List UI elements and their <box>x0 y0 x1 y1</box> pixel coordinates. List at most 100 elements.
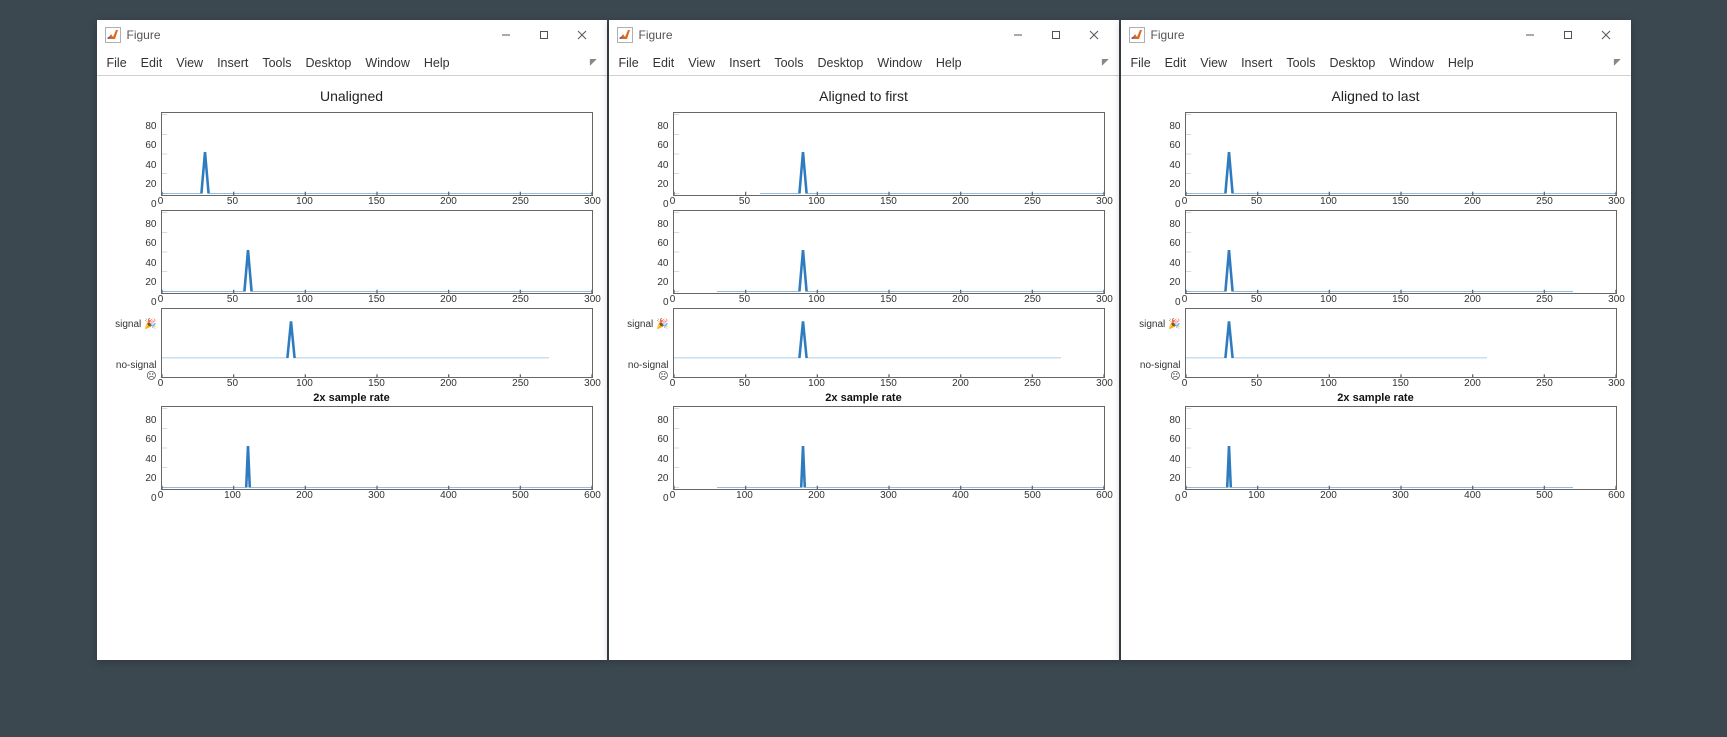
maximize-button[interactable] <box>525 21 563 49</box>
menu-file[interactable]: File <box>1131 56 1151 70</box>
menu-insert[interactable]: Insert <box>1241 56 1272 70</box>
xtick-label: 100 <box>1320 196 1337 207</box>
ytick-label: 20 <box>1135 171 1181 191</box>
xtick-label: 300 <box>1392 490 1409 501</box>
axes[interactable] <box>1185 308 1617 378</box>
window-title: Figure <box>639 28 999 42</box>
menu-window[interactable]: Window <box>877 56 921 70</box>
ytick-label: 80 <box>111 210 157 230</box>
xtick-label: 200 <box>952 294 969 305</box>
menu-edit[interactable]: Edit <box>141 56 163 70</box>
axes[interactable] <box>161 308 593 378</box>
ytick-label: 20 <box>1135 465 1181 485</box>
axes[interactable] <box>161 112 593 196</box>
close-button[interactable] <box>1587 21 1625 49</box>
subplot-3: signal 🎉 no-signal ☹ 050100150200250300 <box>111 308 593 392</box>
ytick-label: 60 <box>623 426 669 446</box>
axes[interactable] <box>161 210 593 294</box>
axes[interactable] <box>1185 112 1617 196</box>
menu-file[interactable]: File <box>619 56 639 70</box>
xtick-label: 150 <box>1392 378 1409 389</box>
ytick-label: 60 <box>111 426 157 446</box>
menu-view[interactable]: View <box>176 56 203 70</box>
maximize-button[interactable] <box>1549 21 1587 49</box>
maximize-button[interactable] <box>1037 21 1075 49</box>
menu-tools[interactable]: Tools <box>774 56 803 70</box>
menu-view[interactable]: View <box>688 56 715 70</box>
xtick-label: 0 <box>1182 196 1188 207</box>
ytick-label: 80 <box>623 112 669 132</box>
axes[interactable] <box>673 308 1105 378</box>
menu-desktop[interactable]: Desktop <box>306 56 352 70</box>
ytick-label: 0 <box>1135 190 1181 210</box>
xtick-label: 0 <box>1182 294 1188 305</box>
menu-desktop[interactable]: Desktop <box>1330 56 1376 70</box>
titlebar[interactable]: Figure <box>97 20 607 50</box>
menu-help[interactable]: Help <box>1448 56 1474 70</box>
menu-desktop[interactable]: Desktop <box>818 56 864 70</box>
menu-insert[interactable]: Insert <box>217 56 248 70</box>
axes[interactable] <box>673 112 1105 196</box>
xtick-label: 200 <box>440 294 457 305</box>
ytick-label: signal 🎉 <box>1135 319 1181 330</box>
xtick-label: 50 <box>739 378 750 389</box>
minimize-button[interactable] <box>999 21 1037 49</box>
menu-file[interactable]: File <box>107 56 127 70</box>
xtick-label: 50 <box>1251 294 1262 305</box>
ytick-label: 0 <box>111 484 157 504</box>
xtick-label: 100 <box>1320 294 1337 305</box>
menu-edit[interactable]: Edit <box>653 56 675 70</box>
toolbar-toggle-icon[interactable]: ◣ <box>1100 59 1111 66</box>
xtick-label: 300 <box>584 196 601 207</box>
minimize-button[interactable] <box>487 21 525 49</box>
ytick-label: 40 <box>111 249 157 269</box>
x-axis-labels: 0100200300400500600 <box>673 490 1105 504</box>
xtick-label: 50 <box>227 378 238 389</box>
menu-tools[interactable]: Tools <box>1286 56 1315 70</box>
xtick-label: 200 <box>952 196 969 207</box>
xtick-label: 100 <box>296 378 313 389</box>
menu-tools[interactable]: Tools <box>262 56 291 70</box>
titlebar[interactable]: Figure <box>609 20 1119 50</box>
minimize-button[interactable] <box>1511 21 1549 49</box>
subplot-2: 020406080 050100150200250300 <box>1135 210 1617 308</box>
y-axis-labels: signal 🎉 no-signal ☹ <box>623 308 673 392</box>
menu-view[interactable]: View <box>1200 56 1227 70</box>
close-button[interactable] <box>1075 21 1113 49</box>
xtick-label: 500 <box>1024 490 1041 501</box>
close-button[interactable] <box>563 21 601 49</box>
axes[interactable] <box>161 406 593 490</box>
axes[interactable] <box>673 210 1105 294</box>
menu-insert[interactable]: Insert <box>729 56 760 70</box>
toolbar-toggle-icon[interactable]: ◣ <box>588 59 599 66</box>
xtick-label: 600 <box>584 490 601 501</box>
xtick-label: 200 <box>952 378 969 389</box>
xtick-label: 100 <box>296 196 313 207</box>
menu-window[interactable]: Window <box>1389 56 1433 70</box>
subplot-4: 2x sample rate 020406080 010020030040050… <box>1135 392 1617 504</box>
menu-window[interactable]: Window <box>365 56 409 70</box>
xtick-label: 300 <box>584 294 601 305</box>
xtick-label: 250 <box>512 196 529 207</box>
menu-help[interactable]: Help <box>936 56 962 70</box>
axes[interactable] <box>1185 210 1617 294</box>
window-controls <box>487 21 601 49</box>
y-axis-labels: 020406080 <box>111 406 161 504</box>
titlebar[interactable]: Figure <box>1121 20 1631 50</box>
window-title: Figure <box>1151 28 1511 42</box>
axes[interactable] <box>673 406 1105 490</box>
x-axis-labels: 050100150200250300 <box>673 196 1105 210</box>
axes[interactable] <box>1185 406 1617 490</box>
ytick-label: 40 <box>111 445 157 465</box>
toolbar-toggle-icon[interactable]: ◣ <box>1612 59 1623 66</box>
menu-help[interactable]: Help <box>424 56 450 70</box>
xtick-label: 600 <box>1608 490 1625 501</box>
xtick-label: 100 <box>296 294 313 305</box>
subplot-title: 2x sample rate <box>1135 392 1617 404</box>
x-axis-labels: 050100150200250300 <box>161 196 593 210</box>
ytick-label: 0 <box>111 190 157 210</box>
menu-edit[interactable]: Edit <box>1165 56 1187 70</box>
xtick-label: 200 <box>808 490 825 501</box>
xtick-label: 150 <box>880 196 897 207</box>
xtick-label: 0 <box>670 196 676 207</box>
